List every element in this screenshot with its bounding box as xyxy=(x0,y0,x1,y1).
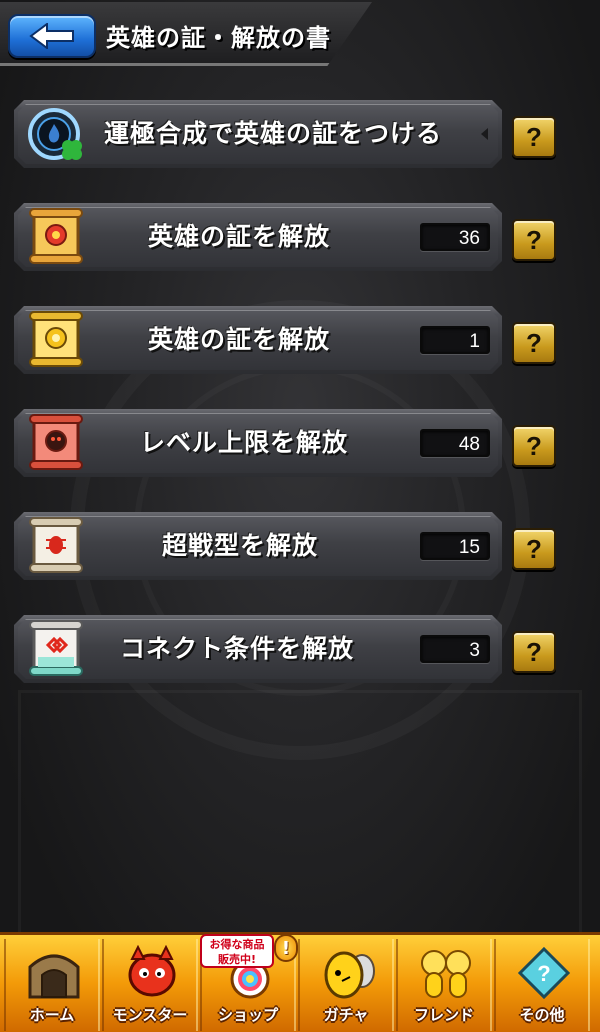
red-scroll-icon xyxy=(29,208,83,264)
help-button[interactable]: ? xyxy=(512,219,556,261)
svg-text:?: ? xyxy=(537,961,550,986)
friends-icon xyxy=(421,950,471,998)
connect-scroll-icon xyxy=(29,620,83,676)
nav-tab-label: ガチャ xyxy=(323,1006,369,1024)
menu-row-connect-release[interactable]: コネクト条件を解放 3 xyxy=(14,615,502,683)
nav-tab-label: フレンド xyxy=(413,1006,474,1024)
menu-row-label: 英雄の証を解放 xyxy=(148,222,331,251)
sale-badge-line2: 販売中! xyxy=(217,953,257,966)
nav-tab-label: その他 xyxy=(519,1006,565,1024)
background-frame xyxy=(18,690,582,933)
nav-tab-gacha[interactable]: ガチャ xyxy=(298,939,394,1031)
menu-row-super-battle-release[interactable]: 超戦型を解放 15 xyxy=(14,512,502,580)
help-button[interactable]: ? xyxy=(512,322,556,364)
alert-badge: ! xyxy=(274,934,298,962)
sale-badge-line1: お得な商品 xyxy=(209,938,265,951)
menu-row-hero-release-gold[interactable]: 英雄の証を解放 1 xyxy=(14,306,502,374)
chevron-left-icon xyxy=(481,128,488,140)
nav-tab-monster[interactable]: モンスター xyxy=(102,939,198,1031)
menu-row-luck-fusion[interactable]: 運極合成で英雄の証をつける xyxy=(14,100,502,168)
item-count: 15 xyxy=(420,532,490,560)
item-count: 36 xyxy=(420,223,490,251)
home-gate-icon xyxy=(28,954,80,999)
nav-tab-label: ショップ xyxy=(217,1006,278,1024)
header: 英雄の証・解放の書 xyxy=(0,0,372,70)
other-icon: ? xyxy=(517,946,571,1000)
help-button[interactable]: ? xyxy=(512,631,556,673)
help-button[interactable]: ? xyxy=(512,425,556,467)
menu-row-label: コネクト条件を解放 xyxy=(120,634,355,663)
help-button[interactable]: ? xyxy=(512,116,556,158)
help-button[interactable]: ? xyxy=(512,528,556,570)
sale-badge: お得な商品 販売中! xyxy=(200,934,274,968)
menu-row-level-cap-release[interactable]: レベル上限を解放 48 xyxy=(14,409,502,477)
page-title: 英雄の証・解放の書 xyxy=(106,24,331,52)
menu-row-label: 超戦型を解放 xyxy=(162,531,319,560)
menu-row-label: レベル上限を解放 xyxy=(140,428,349,457)
nav-tab-label: モンスター xyxy=(112,1006,188,1024)
nav-tab-label: ホーム xyxy=(29,1006,75,1024)
menu-row-label: 運極合成で英雄の証をつける xyxy=(104,119,443,148)
nav-tab-home[interactable]: ホーム xyxy=(4,939,100,1031)
nav-tab-other[interactable]: ? その他 xyxy=(494,939,590,1031)
red-monster-scroll-icon xyxy=(29,414,83,470)
white-beetle-scroll-icon xyxy=(29,517,83,573)
back-button[interactable] xyxy=(8,14,96,58)
luck-clover-medal-icon xyxy=(28,108,82,160)
egg-icon xyxy=(324,951,375,999)
item-count: 1 xyxy=(420,326,490,354)
menu-row-label: 英雄の証を解放 xyxy=(148,325,331,354)
menu-row-hero-release-red[interactable]: 英雄の証を解放 36 xyxy=(14,203,502,271)
bottom-nav: ホーム モンスター ショップ ガチャ フレンド ? その他 xyxy=(0,932,600,1032)
nav-tab-friend[interactable]: フレンド xyxy=(396,939,492,1031)
arrow-left-icon xyxy=(29,23,74,49)
gold-scroll-icon xyxy=(29,311,83,367)
item-count: 3 xyxy=(420,635,490,663)
red-dragon-icon xyxy=(128,945,176,997)
item-count: 48 xyxy=(420,429,490,457)
screen: 英雄の証・解放の書 運極合成で英雄の証をつける ? 英雄の証を解放 36 ? 英… xyxy=(0,0,600,1032)
